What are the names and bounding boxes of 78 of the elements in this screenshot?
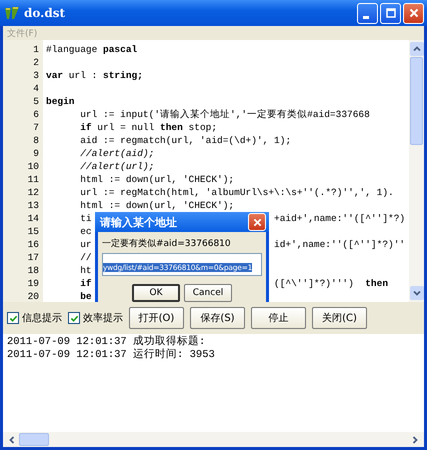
code-text: url = null <box>96 122 156 133</box>
code-text: if <box>79 278 92 289</box>
code-text: url := regMatch(html, 'albumUrl\s+\:\s+''(.*?)'',', 1). <box>79 187 394 198</box>
code-text: ur <box>79 239 92 250</box>
checkbox-label[interactable]: 信息提示 <box>22 311 62 325</box>
checkbox[interactable] <box>7 312 19 324</box>
minimize-icon <box>362 16 368 18</box>
code-text: // <box>79 252 92 263</box>
line-number: 18 <box>26 265 40 276</box>
line-number: 1 <box>32 44 40 55</box>
close-button[interactable] <box>403 2 424 24</box>
code-text: if <box>79 122 92 133</box>
code-text: id+',name:''([^'']*?)'' <box>274 239 406 250</box>
horizontal-scrollbar[interactable] <box>3 432 424 447</box>
toolbar-button[interactable]: 保存(S) <box>190 307 245 329</box>
code-text: string; <box>103 70 143 81</box>
line-number: 16 <box>26 239 40 250</box>
code-text: url : <box>68 70 98 81</box>
toolbar-button[interactable]: 关闭(C) <box>312 307 367 329</box>
code-text: var <box>46 70 64 81</box>
checkbox-label[interactable]: 效率提示 <box>83 311 123 325</box>
line-number: 8 <box>32 135 40 146</box>
line-number: 19 <box>26 278 40 289</box>
close-button[interactable] <box>248 213 266 231</box>
toolbar-button[interactable]: 打开(O) <box>129 307 184 329</box>
close-icon <box>408 8 418 18</box>
vertical-scrollbar[interactable] <box>409 40 424 302</box>
code-text: //alert(url); <box>79 161 154 172</box>
code-text: ([^\'']*?)''') <box>274 278 355 289</box>
code-text: stop; <box>188 122 218 133</box>
window-title: do.dst <box>24 6 66 20</box>
code-text: be <box>79 291 92 302</box>
line-number: 2 <box>32 57 40 68</box>
code-text: +aid+',name:''([^'']*?) <box>274 213 406 224</box>
line-number: 10 <box>26 161 40 172</box>
code-text: ht <box>79 265 92 276</box>
line-number: 20 <box>26 291 40 302</box>
line-number: 12 <box>26 187 40 198</box>
prompt-text: 一定要有类似#aid=33766810 <box>102 238 232 250</box>
code-text: then <box>365 278 388 289</box>
line-number: 11 <box>26 174 40 185</box>
scroll-down-icon[interactable] <box>410 286 424 300</box>
line-number: 9 <box>32 148 40 159</box>
code-text: ec <box>79 226 92 237</box>
dialog-button[interactable]: OK <box>132 284 180 302</box>
line-number: 4 <box>32 83 40 94</box>
scroll-thumb[interactable] <box>19 433 49 446</box>
checkbox[interactable] <box>68 312 80 324</box>
code-text: #language <box>46 44 98 55</box>
code-text: url := input('请输入某个地址','一定要有类似#aid=337668 <box>79 109 370 120</box>
log-line: 2011-07-09 12:01:37 运行时间: 3953 <box>7 349 216 362</box>
code-text: pascal <box>103 44 138 55</box>
code-text: html := down(url, 'CHECK'); <box>79 174 234 185</box>
line-number: 6 <box>32 109 40 120</box>
line-number: 3 <box>32 70 40 81</box>
minimize-button[interactable] <box>357 2 378 24</box>
scroll-thumb[interactable] <box>410 57 423 145</box>
app-icon <box>4 5 20 21</box>
code-text: then <box>160 122 183 133</box>
line-number: 5 <box>32 96 40 107</box>
close-icon <box>252 218 262 226</box>
code-text: aid := regmatch(url, 'aid=(\d+)', 1); <box>79 135 292 146</box>
line-number: 17 <box>26 252 40 263</box>
scroll-up-icon[interactable] <box>410 42 424 56</box>
code-text: ti <box>79 213 92 224</box>
code-text: begin <box>46 96 75 107</box>
dialog-title: 请输入某个地址 <box>100 214 177 230</box>
line-number: 15 <box>26 226 40 237</box>
line-number: 14 <box>26 213 40 224</box>
line-number: 13 <box>26 200 40 211</box>
code-text: //alert(aid); <box>79 148 154 159</box>
log-line: 2011-07-09 12:01:37 成功取得标题: <box>7 336 206 348</box>
line-number: 7 <box>32 122 40 133</box>
maximize-button[interactable] <box>380 2 401 24</box>
code-text: html := down(url, 'CHECK'); <box>79 200 234 211</box>
dialog-button[interactable]: Cancel <box>184 284 232 302</box>
maximize-icon <box>386 8 396 18</box>
toolbar-button[interactable]: 停止 <box>251 307 306 329</box>
